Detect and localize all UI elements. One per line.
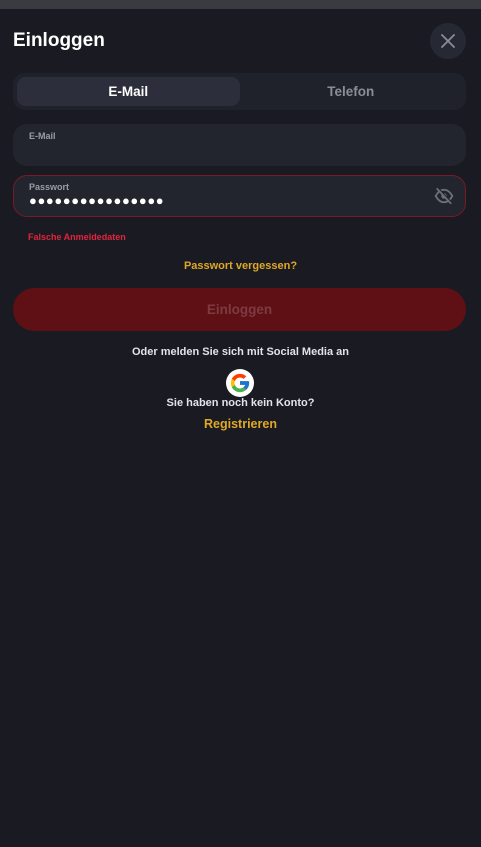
no-account-text: Sie haben noch kein Konto? bbox=[166, 397, 315, 409]
email-field-label: E-Mail bbox=[29, 131, 56, 141]
google-icon bbox=[230, 373, 250, 393]
login-modal: Einloggen E-Mail Telefon E-Mail Passwort… bbox=[0, 9, 481, 847]
eye-off-icon[interactable] bbox=[433, 186, 455, 206]
error-message: Falsche Anmeldedaten bbox=[28, 232, 126, 242]
modal-title: Einloggen bbox=[13, 30, 105, 51]
email-input[interactable] bbox=[29, 142, 429, 160]
password-field-label: Passwort bbox=[29, 182, 70, 192]
google-login-button[interactable] bbox=[226, 369, 254, 397]
login-method-tabs: E-Mail Telefon bbox=[13, 73, 466, 110]
register-link[interactable]: Registrieren bbox=[0, 417, 481, 431]
tab-email[interactable]: E-Mail bbox=[17, 77, 240, 106]
password-field[interactable]: Passwort ●●●●●●●●●●●●●●●● bbox=[13, 175, 466, 217]
login-button[interactable]: Einloggen bbox=[13, 288, 466, 331]
social-login-prompt: Oder melden Sie sich mit Social Media an bbox=[131, 346, 349, 358]
top-bar bbox=[0, 0, 481, 9]
close-icon bbox=[441, 34, 455, 48]
password-input[interactable]: ●●●●●●●●●●●●●●●● bbox=[29, 193, 164, 208]
email-field[interactable]: E-Mail bbox=[13, 124, 466, 166]
forgot-password-link[interactable]: Passwort vergessen? bbox=[0, 260, 481, 272]
close-button[interactable] bbox=[430, 23, 466, 59]
tab-phone[interactable]: Telefon bbox=[240, 77, 463, 106]
